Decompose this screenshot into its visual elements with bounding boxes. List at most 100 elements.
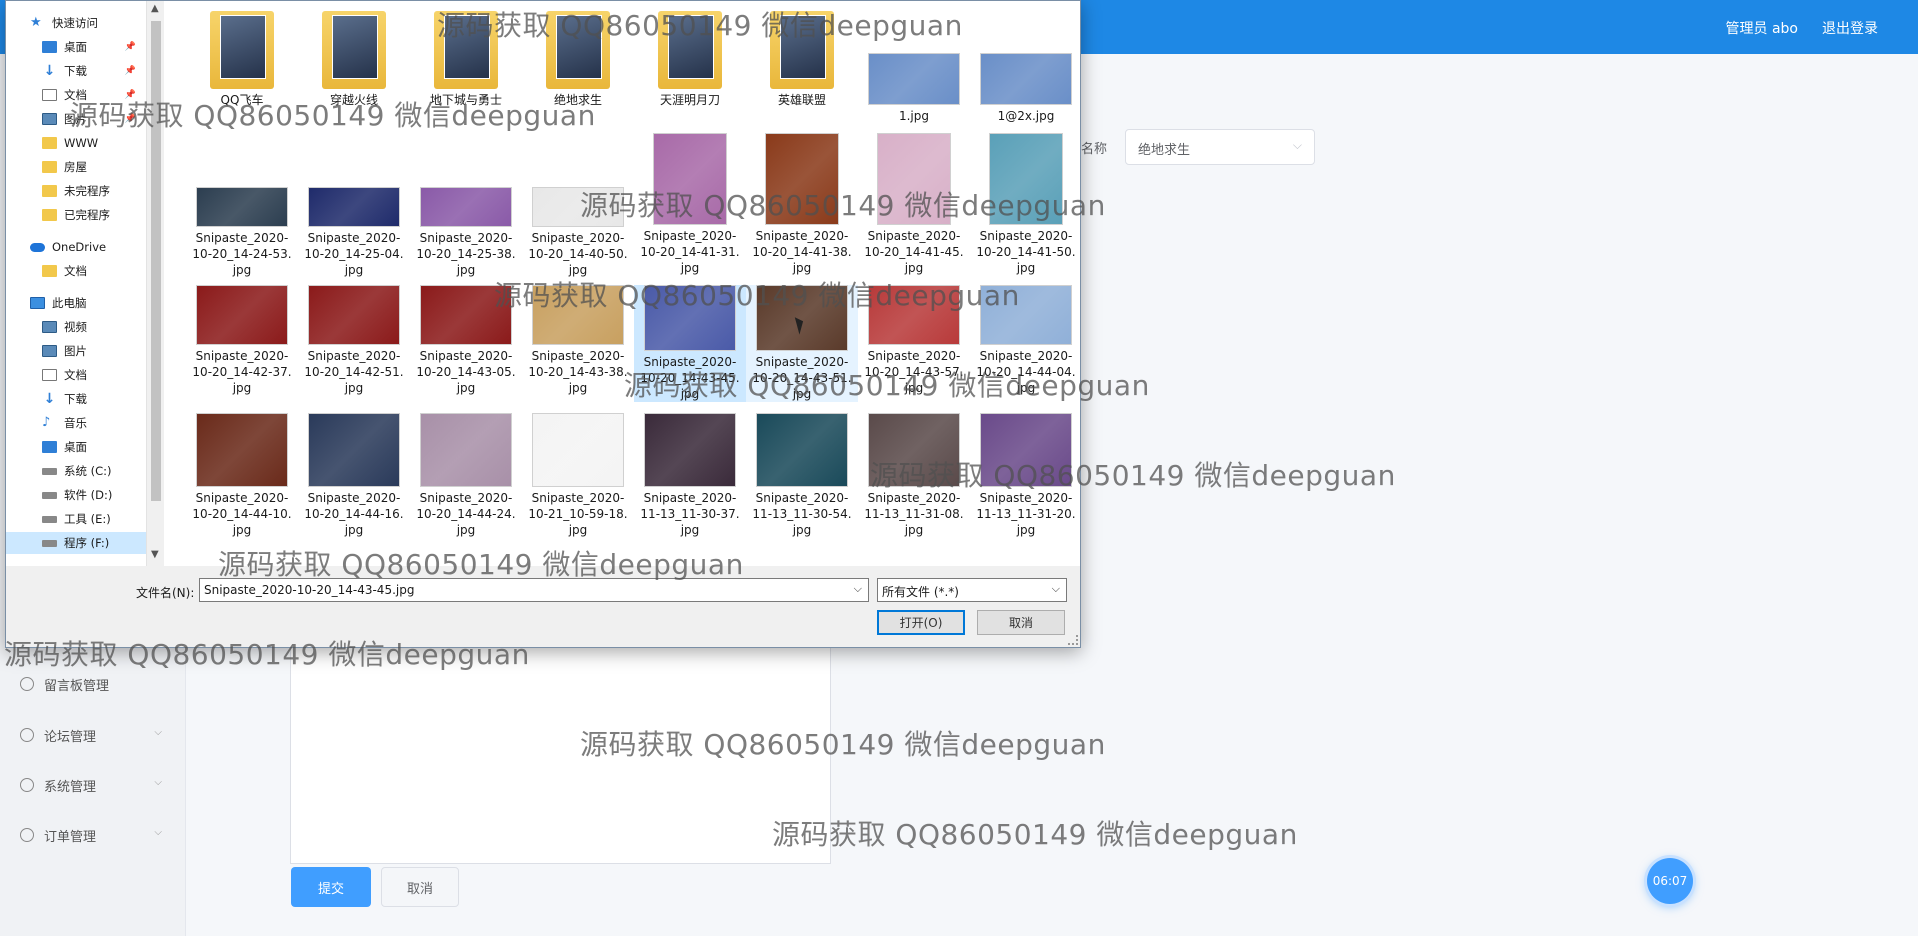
open-button[interactable]: 打开(O) [877, 610, 965, 635]
file-item[interactable]: Snipaste_2020-10-20_14-41-31.jpg [634, 131, 746, 276]
submit-button[interactable]: 提交 [291, 867, 371, 907]
nav-item-label: 程序 (F:) [64, 536, 110, 550]
game-name-select[interactable]: 绝地求生 ⌵ [1125, 129, 1315, 165]
nav-item[interactable]: 文档 [6, 364, 146, 386]
file-item[interactable]: Snipaste_2020-11-13_11-30-37.jpg [634, 413, 746, 538]
sidebar-item-system[interactable]: 系统管理 ⌵ [0, 765, 186, 805]
nav-item[interactable]: 房屋 [6, 156, 146, 178]
nav-item[interactable]: 此电脑 [6, 292, 146, 314]
file-item[interactable]: Snipaste_2020-10-20_14-43-38.jpg [522, 285, 634, 396]
nav-item[interactable]: 已完程序 [6, 204, 146, 226]
folder-item[interactable]: 英雄联盟 [746, 11, 858, 108]
filename-input[interactable]: Snipaste_2020-10-20_14-43-45.jpg ⌵ [199, 578, 869, 602]
image-thumbnail [196, 413, 288, 487]
nav-item[interactable]: 程序 (F:) [6, 532, 146, 554]
file-item[interactable]: Snipaste_2020-10-20_14-44-04.jpg [970, 285, 1080, 396]
file-name: QQ飞车 [220, 93, 264, 107]
file-item[interactable]: Snipaste_2020-10-20_14-25-04.jpg [298, 131, 410, 278]
file-item[interactable]: Snipaste_2020-10-20_14-25-38.jpg [410, 131, 522, 278]
music-icon: ♪ [42, 415, 51, 430]
image-thumbnail [196, 187, 288, 227]
file-name: Snipaste_2020-10-20_14-40-50.jpg [528, 231, 628, 277]
nav-item[interactable]: ♪ 音乐 [6, 412, 146, 434]
sidebar-item-orders[interactable]: 订单管理 ⌵ [0, 815, 186, 855]
file-item[interactable]: Snipaste_2020-10-20_14-43-45.jpg [634, 285, 746, 402]
file-item[interactable]: 1@2x.jpg [970, 53, 1080, 124]
file-name: Snipaste_2020-10-20_14-25-38.jpg [416, 231, 516, 277]
file-name: Snipaste_2020-10-20_14-42-37.jpg [192, 349, 292, 395]
file-item[interactable]: Snipaste_2020-11-13_11-31-08.jpg [858, 413, 970, 538]
folder-item[interactable]: 绝地求生 [522, 11, 634, 108]
logout-link[interactable]: 退出登录 [1822, 18, 1878, 38]
scroll-down-icon[interactable]: ▼ [151, 549, 159, 560]
image-thumbnail [644, 285, 736, 351]
dialog-cancel-button[interactable]: 取消 [977, 610, 1065, 635]
nav-item[interactable]: OneDrive [6, 236, 146, 258]
file-item[interactable]: Snipaste_2020-10-20_14-41-45.jpg [858, 131, 970, 276]
folder-icon [42, 185, 57, 197]
folder-item[interactable]: QQ飞车 [186, 11, 298, 108]
nav-item[interactable]: 图片 [6, 340, 146, 362]
folder-item[interactable]: 穿越火线 [298, 11, 410, 108]
scroll-up-icon[interactable]: ▲ [151, 3, 159, 14]
form-cancel-button[interactable]: 取消 [381, 867, 459, 907]
nav-item[interactable]: 图片 📌 [6, 108, 146, 130]
file-item[interactable]: Snipaste_2020-11-13_11-30-54.jpg [746, 413, 858, 538]
file-item[interactable]: Snipaste_2020-11-13_11-31-20.jpg [970, 413, 1080, 538]
image-thumbnail [644, 413, 736, 487]
nav-item[interactable]: 文档 [6, 260, 146, 282]
file-item[interactable]: Snipaste_2020-10-20_14-43-51.jpg [746, 285, 858, 402]
file-name: Snipaste_2020-10-21_10-59-18.jpg [528, 491, 628, 537]
star-icon: ★ [30, 15, 42, 30]
file-name: Snipaste_2020-11-13_11-30-37.jpg [640, 491, 740, 537]
clock-badge[interactable]: 06:07 [1647, 858, 1693, 904]
sidebar-item-message-board[interactable]: 留言板管理 [0, 664, 186, 704]
nav-item[interactable]: 工具 (E:) [6, 508, 146, 530]
file-item[interactable]: Snipaste_2020-10-20_14-24-53.jpg [186, 131, 298, 278]
resize-grip[interactable] [1068, 635, 1078, 645]
nav-item[interactable]: ↓ 下载 📌 [6, 60, 146, 82]
cloud-icon [30, 242, 45, 252]
nav-item[interactable]: 系统 (C:) [6, 460, 146, 482]
scrollbar-thumb[interactable] [151, 21, 161, 501]
sidebar-item-forum[interactable]: 论坛管理 ⌵ [0, 715, 186, 755]
nav-item[interactable]: 软件 (D:) [6, 484, 146, 506]
nav-item-label: 房屋 [64, 160, 87, 174]
folder-item[interactable]: 天涯明月刀 [634, 11, 746, 108]
file-item[interactable]: Snipaste_2020-10-20_14-44-16.jpg [298, 413, 410, 538]
nav-item[interactable]: 桌面 📌 [6, 36, 146, 58]
file-item[interactable]: Snipaste_2020-10-20_14-42-37.jpg [186, 285, 298, 396]
file-item[interactable]: Snipaste_2020-10-20_14-40-50.jpg [522, 131, 634, 278]
nav-item[interactable]: 文档 📌 [6, 84, 146, 106]
file-item[interactable]: Snipaste_2020-10-20_14-41-38.jpg [746, 131, 858, 276]
file-name: 1.jpg [898, 109, 930, 123]
file-item[interactable]: 1.jpg [858, 53, 970, 124]
pin-icon: 📌 [124, 42, 136, 52]
nav-item[interactable]: 桌面 [6, 436, 146, 458]
file-item[interactable]: Snipaste_2020-10-20_14-42-51.jpg [298, 285, 410, 396]
filetype-select[interactable]: 所有文件 (*.*) ⌵ [877, 578, 1067, 602]
nav-item-label: 未完程序 [64, 184, 110, 198]
file-item[interactable]: Snipaste_2020-10-20_14-44-24.jpg [410, 413, 522, 538]
video-icon [42, 321, 57, 333]
file-item[interactable]: Snipaste_2020-10-21_10-59-18.jpg [522, 413, 634, 538]
nav-scrollbar[interactable]: ▲ ▼ [146, 1, 164, 566]
nav-item[interactable]: ★ 快速访问 [6, 12, 146, 34]
folder-item[interactable]: 地下城与勇士 [410, 11, 522, 108]
nav-item[interactable]: 视频 [6, 316, 146, 338]
image-thumbnail [868, 413, 960, 487]
file-item[interactable]: Snipaste_2020-10-20_14-44-10.jpg [186, 413, 298, 538]
file-item[interactable]: Snipaste_2020-10-20_14-43-05.jpg [410, 285, 522, 396]
file-name: 绝地求生 [553, 93, 602, 107]
nav-item[interactable]: 未完程序 [6, 180, 146, 202]
folder-icon [42, 161, 57, 173]
image-thumbnail [420, 285, 512, 345]
file-item[interactable]: Snipaste_2020-10-20_14-41-50.jpg [970, 131, 1080, 276]
folder-icon [42, 137, 57, 149]
folder-icon [42, 265, 57, 277]
file-name: Snipaste_2020-11-13_11-31-20.jpg [976, 491, 1076, 537]
file-item[interactable]: Snipaste_2020-10-20_14-43-57.jpg [858, 285, 970, 396]
nav-item[interactable]: ↓ 下载 [6, 388, 146, 410]
nav-item[interactable]: WWW [6, 132, 146, 154]
chevron-down-icon[interactable]: ⌵ [854, 582, 862, 596]
